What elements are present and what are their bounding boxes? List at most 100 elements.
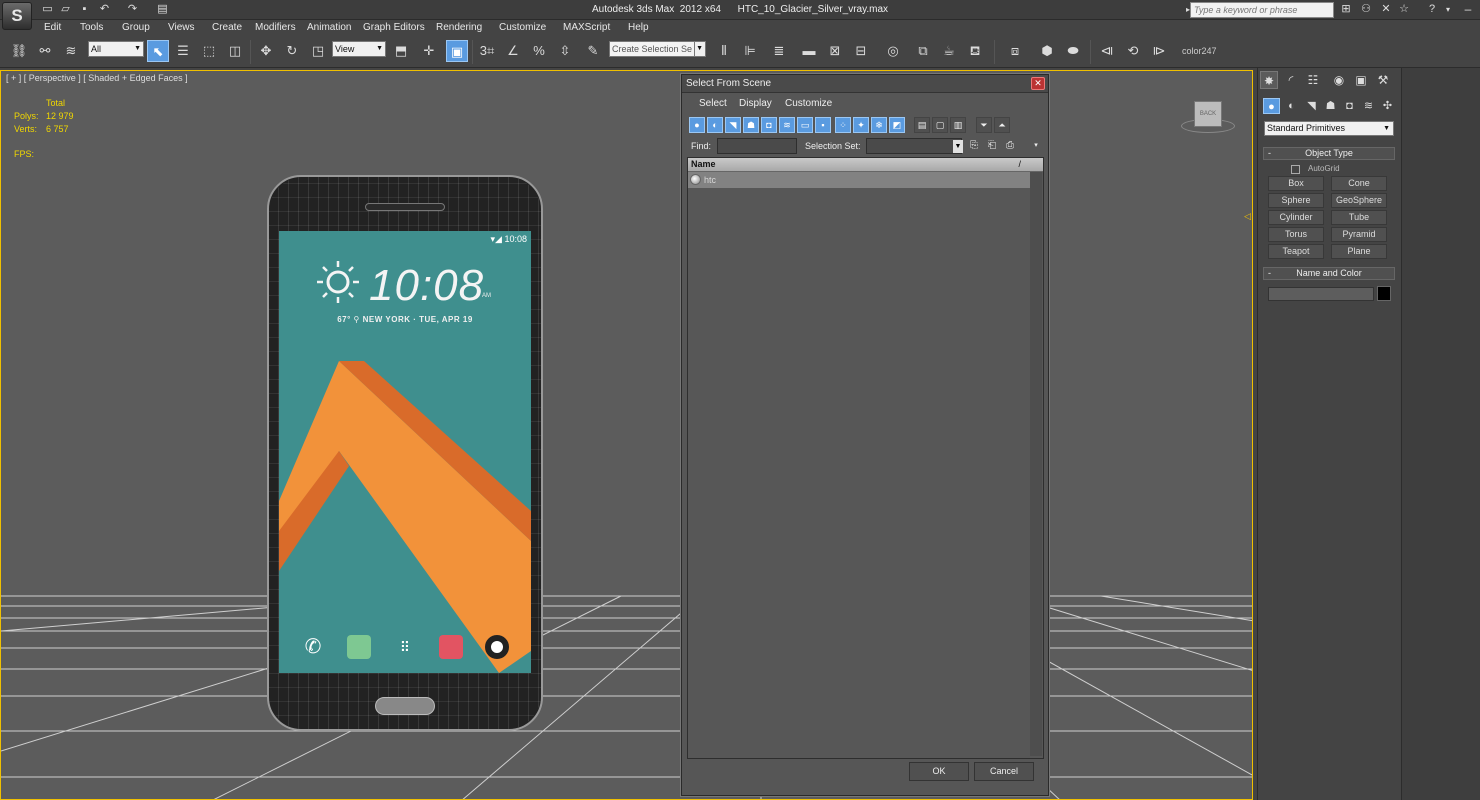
menu-modifiers[interactable]: Modifiers — [255, 22, 296, 33]
scene-object-list[interactable]: Name / htc — [687, 157, 1044, 759]
edit-named-selection-icon[interactable]: ✎ — [582, 40, 604, 62]
select-object-icon[interactable]: ⬉ — [147, 40, 169, 62]
lights-category-icon[interactable]: ◥ — [1303, 98, 1320, 114]
named-selection-dropdown[interactable]: ▼ — [694, 41, 706, 57]
subscription-icon[interactable]: ⚇ — [1358, 2, 1374, 17]
rendered-frame-window-icon[interactable]: ☕ — [938, 40, 960, 62]
viewport-label[interactable]: [ + ] [ Perspective ] [ Shaded + Edged F… — [6, 73, 188, 83]
select-manipulate-icon[interactable]: ✛ — [418, 40, 440, 62]
curve-editor-icon[interactable]: ⊠ — [824, 40, 846, 62]
object-name-input[interactable] — [1268, 287, 1374, 301]
cone-button[interactable]: Cone — [1331, 176, 1387, 191]
name-and-color-rollout-header[interactable]: - Name and Color — [1263, 267, 1395, 280]
list-scrollbar[interactable] — [1030, 172, 1042, 756]
menu-maxscript[interactable]: MAXScript — [563, 22, 610, 33]
app-logo-button[interactable]: S — [2, 2, 32, 30]
display-geometry-icon[interactable]: ● — [689, 117, 705, 133]
torus-button[interactable]: Torus — [1268, 227, 1324, 242]
object-type-rollout-header[interactable]: - Object Type — [1263, 147, 1395, 160]
display-shapes-icon[interactable]: ◐ — [707, 117, 723, 133]
auto-key-icon[interactable]: ⟲ — [1122, 40, 1144, 62]
autogrid-checkbox[interactable] — [1291, 165, 1300, 174]
filter-icon[interactable]: ⏷ — [976, 117, 992, 133]
viewport-arrow-icon[interactable]: ◁ — [1244, 211, 1251, 223]
menu-tools[interactable]: Tools — [80, 22, 103, 33]
display-hidden-icon[interactable]: ◩ — [889, 117, 905, 133]
display-frozen-icon[interactable]: ❄ — [871, 117, 887, 133]
menu-edit[interactable]: Edit — [44, 22, 61, 33]
sphere-button[interactable]: Sphere — [1268, 193, 1324, 208]
search-input[interactable]: Type a keyword or phrase — [1190, 2, 1334, 18]
cylinder-button[interactable]: Cylinder — [1268, 210, 1324, 225]
motion-tab-icon[interactable]: ◉ — [1330, 71, 1348, 89]
dialog-menu-select[interactable]: Select — [699, 98, 727, 109]
vray-camera-icon[interactable]: ⬬ — [1062, 40, 1084, 62]
phone-model[interactable]: ▾◢ 10:08 10:08 AM 67° ⚲ NEW YORK · TUE, … — [267, 175, 543, 731]
spinner-snap-icon[interactable]: ⇳ — [554, 40, 576, 62]
name-column-header[interactable]: Name / — [688, 158, 1043, 172]
list-item[interactable]: htc — [688, 172, 1030, 188]
box-button[interactable]: Box — [1268, 176, 1324, 191]
vray-frame-buffer-icon[interactable]: ⧈ — [1004, 40, 1026, 62]
display-containers-icon[interactable]: ✦ — [853, 117, 869, 133]
display-xrefs-icon[interactable]: ▪ — [815, 117, 831, 133]
viewcube[interactable]: BACK — [1194, 101, 1222, 127]
create-tab-icon[interactable]: ✸ — [1260, 71, 1278, 89]
material-editor-icon[interactable]: ◎ — [882, 40, 904, 62]
keyboard-shortcut-override-icon[interactable]: ▣ — [446, 40, 468, 62]
minimize-icon[interactable]: ‒ — [1460, 2, 1476, 17]
teapot-button[interactable]: Teapot — [1268, 244, 1324, 259]
menu-rendering[interactable]: Rendering — [436, 22, 482, 33]
dialog-title-bar[interactable]: Select From Scene ✕ — [682, 75, 1048, 93]
align-icon[interactable]: ⊫ — [739, 40, 761, 62]
create-selection-set-icon[interactable]: ⎘ — [966, 138, 982, 154]
find-input[interactable] — [717, 138, 797, 154]
snaps-toggle-icon[interactable]: 3⌗ — [476, 40, 498, 62]
schematic-view-icon[interactable]: ⊟ — [850, 40, 872, 62]
display-bones-icon[interactable]: ⁘ — [835, 117, 851, 133]
perspective-viewport[interactable]: [ + ] [ Perspective ] [ Shaded + Edged F… — [0, 70, 1253, 800]
ok-button[interactable]: OK — [909, 762, 969, 781]
object-color-swatch[interactable] — [1377, 286, 1391, 301]
display-tab-icon[interactable]: ▣ — [1352, 71, 1370, 89]
dialog-menu-display[interactable]: Display — [739, 98, 772, 109]
utilities-tab-icon[interactable]: ⚒ — [1374, 71, 1392, 89]
plane-button[interactable]: Plane — [1331, 244, 1387, 259]
modify-tab-icon[interactable]: ◜ — [1282, 71, 1300, 89]
named-selection-sets-input[interactable]: Create Selection Se — [609, 41, 704, 57]
menu-animation[interactable]: Animation — [307, 22, 351, 33]
communication-center-icon[interactable]: ✕ — [1378, 2, 1394, 17]
display-lights-icon[interactable]: ◥ — [725, 117, 741, 133]
filter-options-icon[interactable]: ⏶ — [994, 117, 1010, 133]
vray-lights-icon[interactable]: ⬢ — [1036, 40, 1058, 62]
display-none-icon[interactable]: ▢ — [932, 117, 948, 133]
invert-display-icon[interactable]: ▥ — [950, 117, 966, 133]
bind-space-warp-icon[interactable]: ≋ — [60, 40, 82, 62]
menu-graph-editors[interactable]: Graph Editors — [363, 22, 425, 33]
display-helpers-icon[interactable]: ◘ — [761, 117, 777, 133]
select-by-name-icon[interactable]: ☰ — [172, 40, 194, 62]
help-icon[interactable]: ? — [1424, 2, 1440, 17]
render-production-icon[interactable]: ⛾ — [964, 40, 986, 62]
unlink-selection-icon[interactable]: ⚯ — [34, 40, 56, 62]
manage-layers-icon[interactable]: ≣ — [768, 40, 790, 62]
angle-snap-icon[interactable]: ∠ — [502, 40, 524, 62]
window-crossing-icon[interactable]: ◫ — [224, 40, 246, 62]
menu-group[interactable]: Group — [122, 22, 150, 33]
percent-snap-icon[interactable]: % — [528, 40, 550, 62]
primitive-type-dropdown[interactable]: Standard Primitives ▼ — [1264, 121, 1394, 136]
space-warps-category-icon[interactable]: ≋ — [1360, 98, 1377, 114]
select-and-scale-icon[interactable]: ◳ — [307, 40, 329, 62]
favorites-star-icon[interactable]: ☆ — [1396, 2, 1412, 17]
cameras-category-icon[interactable]: ☗ — [1322, 98, 1339, 114]
menu-customize[interactable]: Customize — [499, 22, 546, 33]
edit-selection-set-icon[interactable]: ⎗ — [984, 138, 1000, 154]
reference-coordinate-dropdown[interactable]: View ▼ — [332, 41, 386, 57]
delete-selection-set-icon[interactable]: ⎙ — [1002, 138, 1018, 154]
rectangular-selection-icon[interactable]: ⬚ — [198, 40, 220, 62]
set-key-icon[interactable]: ⧐ — [1148, 40, 1170, 62]
render-setup-icon[interactable]: ⧉ — [912, 40, 934, 62]
binoculars-icon[interactable]: ⊞ — [1338, 2, 1354, 17]
selection-filter-dropdown[interactable]: All ▼ — [88, 41, 144, 57]
graphite-modeling-tools-icon[interactable]: ▬ — [798, 40, 820, 62]
